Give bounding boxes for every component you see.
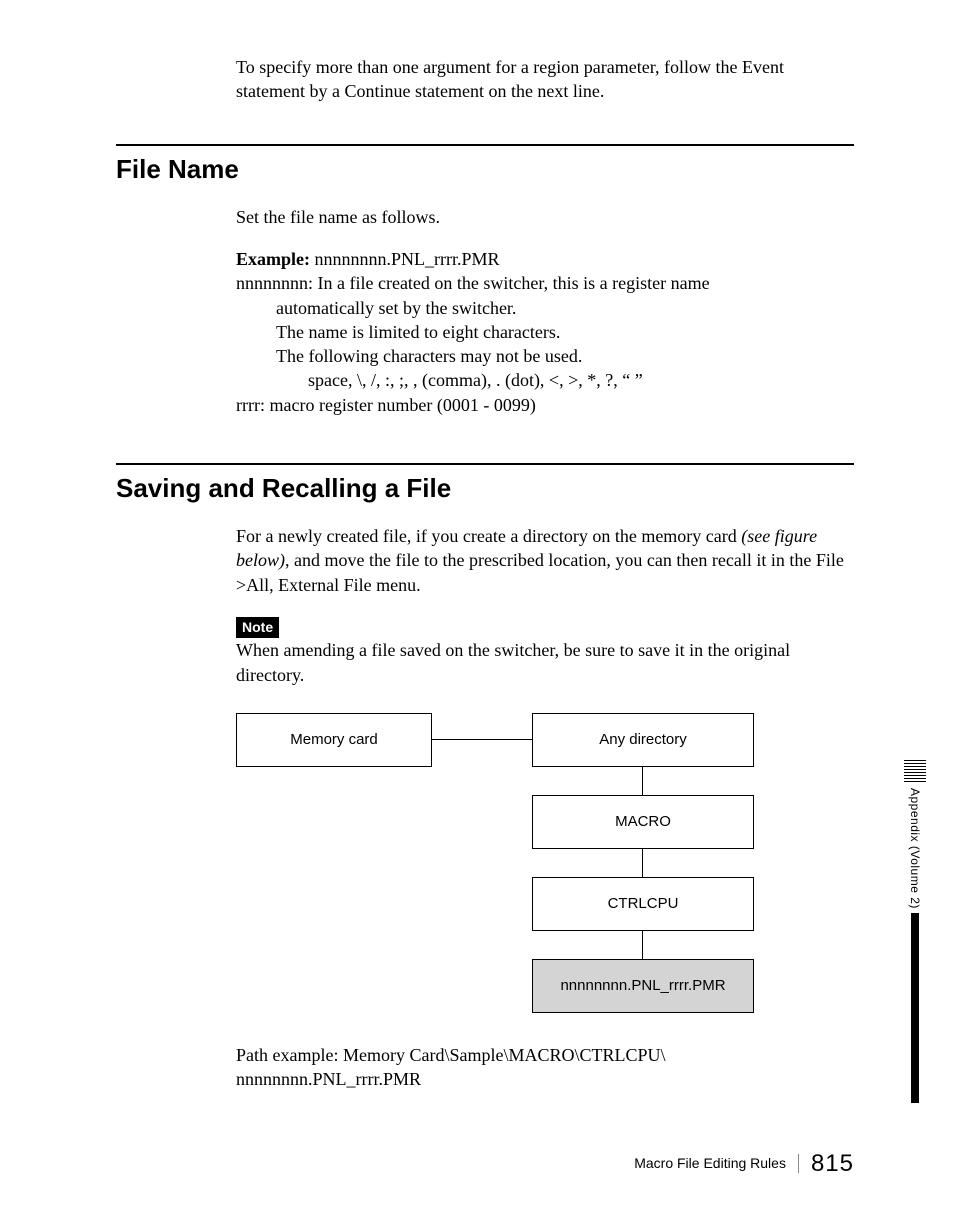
diagram-box-any-directory: Any directory	[532, 713, 754, 767]
filename-desc-line1-cont: automatically set by the switcher.	[276, 296, 854, 320]
page-footer: Macro File Editing Rules 815	[634, 1148, 854, 1180]
side-tab-lines	[904, 760, 926, 782]
example-label: Example:	[236, 249, 310, 269]
diagram-label-ctrlcpu: CTRLCPU	[608, 894, 679, 914]
path-example-line2: nnnnnnnn.PNL_rrrr.PMR	[236, 1067, 854, 1091]
filename-desc-chars: space, \, /, :, ;, , (comma), . (dot), <…	[308, 368, 854, 392]
filename-desc-rrrr: rrrr: macro register number (0001 - 0099…	[236, 393, 854, 417]
diagram-label-any-directory: Any directory	[599, 730, 687, 750]
footer-title: Macro File Editing Rules	[634, 1154, 799, 1173]
diagram-connector	[642, 931, 643, 959]
diagram-box-filename: nnnnnnnn.PNL_rrrr.PMR	[532, 959, 754, 1013]
diagram-connector	[642, 849, 643, 877]
section-title-saving: Saving and Recalling a File	[116, 471, 854, 506]
diagram-box-macro: MACRO	[532, 795, 754, 849]
filename-desc-line3: The following characters may not be used…	[276, 344, 854, 368]
section-rule	[116, 144, 854, 146]
footer-page-number: 815	[799, 1148, 854, 1180]
diagram-box-memory-card: Memory card	[236, 713, 432, 767]
file-name-lead: Set the file name as follows.	[236, 205, 854, 229]
note-badge: Note	[236, 617, 279, 638]
filename-desc-line2: The name is limited to eight characters.	[276, 320, 854, 344]
section-rule	[116, 463, 854, 465]
intro-paragraph: To specify more than one argument for a …	[236, 55, 854, 104]
diagram-label-macro: MACRO	[615, 812, 671, 832]
saving-para-a: For a newly created file, if you create …	[236, 526, 741, 546]
note-text: When amending a file saved on the switch…	[236, 638, 854, 687]
diagram-box-ctrlcpu: CTRLCPU	[532, 877, 754, 931]
example-value: nnnnnnnn.PNL_rrrr.PMR	[310, 249, 500, 269]
file-hierarchy-diagram: Memory card Any directory MACRO CTRLCPU …	[236, 713, 776, 1023]
side-tab-label: Appendix (Volume 2)	[907, 788, 923, 909]
filename-desc-line1: nnnnnnnn: In a file created on the switc…	[236, 271, 854, 295]
diagram-connector	[642, 767, 643, 795]
section-title-file-name: File Name	[116, 152, 854, 187]
side-tab: Appendix (Volume 2)	[900, 760, 930, 1103]
path-example-line1: Path example: Memory Card\Sample\MACRO\C…	[236, 1043, 854, 1067]
saving-paragraph: For a newly created file, if you create …	[236, 524, 854, 597]
diagram-label-memory-card: Memory card	[290, 730, 378, 750]
diagram-connector	[432, 739, 532, 740]
side-tab-bar	[911, 913, 919, 1103]
saving-para-c: , and move the file to the prescribed lo…	[236, 550, 844, 594]
diagram-label-filename: nnnnnnnn.PNL_rrrr.PMR	[560, 976, 725, 996]
